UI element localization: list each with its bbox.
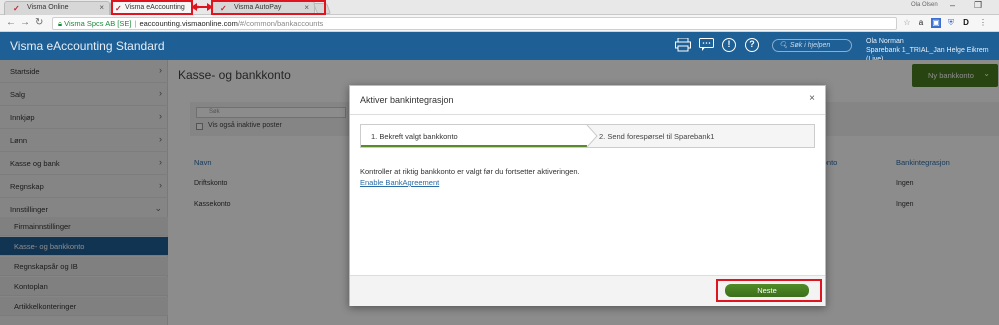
close-icon[interactable]: × [809, 93, 815, 104]
chat-icon[interactable] [699, 38, 715, 52]
alert-icon[interactable]: ! [722, 38, 736, 52]
help-search-input[interactable]: 🔍︎ Søk i hjelpen [772, 39, 852, 52]
dialog-title: Aktiver bankintegrasjon [360, 95, 454, 105]
amazon-extension-icon[interactable]: a [916, 18, 926, 28]
forward-icon[interactable]: → [20, 17, 30, 28]
annotation-arrowhead-left-icon [191, 3, 197, 11]
tab-visma-online[interactable]: ✓ Visma Online × [4, 1, 110, 15]
print-icon[interactable] [675, 38, 691, 52]
app-title: Visma eAccounting Standard [10, 39, 165, 53]
annotation-box-eaccounting-tab [111, 0, 193, 15]
app-header: Visma eAccounting Standard ! ? 🔍︎ Søk i … [0, 32, 999, 63]
wizard-steps: 1. Bekreft valgt bankkonto 2. Send fores… [360, 124, 815, 148]
d-extension-icon[interactable]: D [961, 18, 971, 28]
activate-bank-integration-dialog: Aktiver bankintegrasjon × 1. Bekreft val… [349, 85, 826, 306]
star-icon[interactable]: ☆ [902, 18, 912, 28]
annotation-arrowhead-right-icon [207, 3, 213, 11]
enable-bank-agreement-link[interactable]: Enable BankAgreement [360, 178, 439, 187]
extension-icon[interactable]: ▣ [931, 18, 941, 28]
restore-icon[interactable]: ❐ [974, 0, 982, 11]
help-icon[interactable]: ? [745, 38, 759, 52]
back-icon[interactable]: ← [6, 17, 16, 28]
lock-icon: 🔒︎ [58, 19, 62, 28]
url-input[interactable]: 🔒︎ Visma Spcs AB [SE] | eaccounting.vismao… [52, 17, 897, 30]
annotation-box-next-button [716, 279, 822, 302]
dialog-body-text: Kontroller at riktig bankkonto er valgt … [360, 167, 580, 176]
visma-favicon-icon: ✓ [13, 4, 20, 13]
annotation-box-autopay-tab [211, 0, 326, 15]
reload-icon[interactable]: ↻ [35, 17, 43, 28]
divider [350, 114, 825, 115]
step-confirm-account: 1. Bekreft valgt bankkonto [361, 125, 587, 147]
address-bar: ← → ↻ 🔒︎ Visma Spcs AB [SE] | eaccounting.… [0, 15, 999, 32]
close-tab-icon[interactable]: × [99, 3, 104, 12]
menu-icon[interactable]: ⋮ [978, 18, 988, 28]
window-user-label: Ola Olsen [911, 2, 938, 8]
user-name: Ola Norman [866, 38, 904, 45]
step-send-request: 2. Send forespørsel til Sparebank1 [599, 132, 715, 141]
minimize-icon[interactable]: – [950, 0, 955, 10]
shield-extension-icon[interactable]: ⛨ [946, 18, 956, 28]
step-arrow-icon [586, 125, 598, 147]
